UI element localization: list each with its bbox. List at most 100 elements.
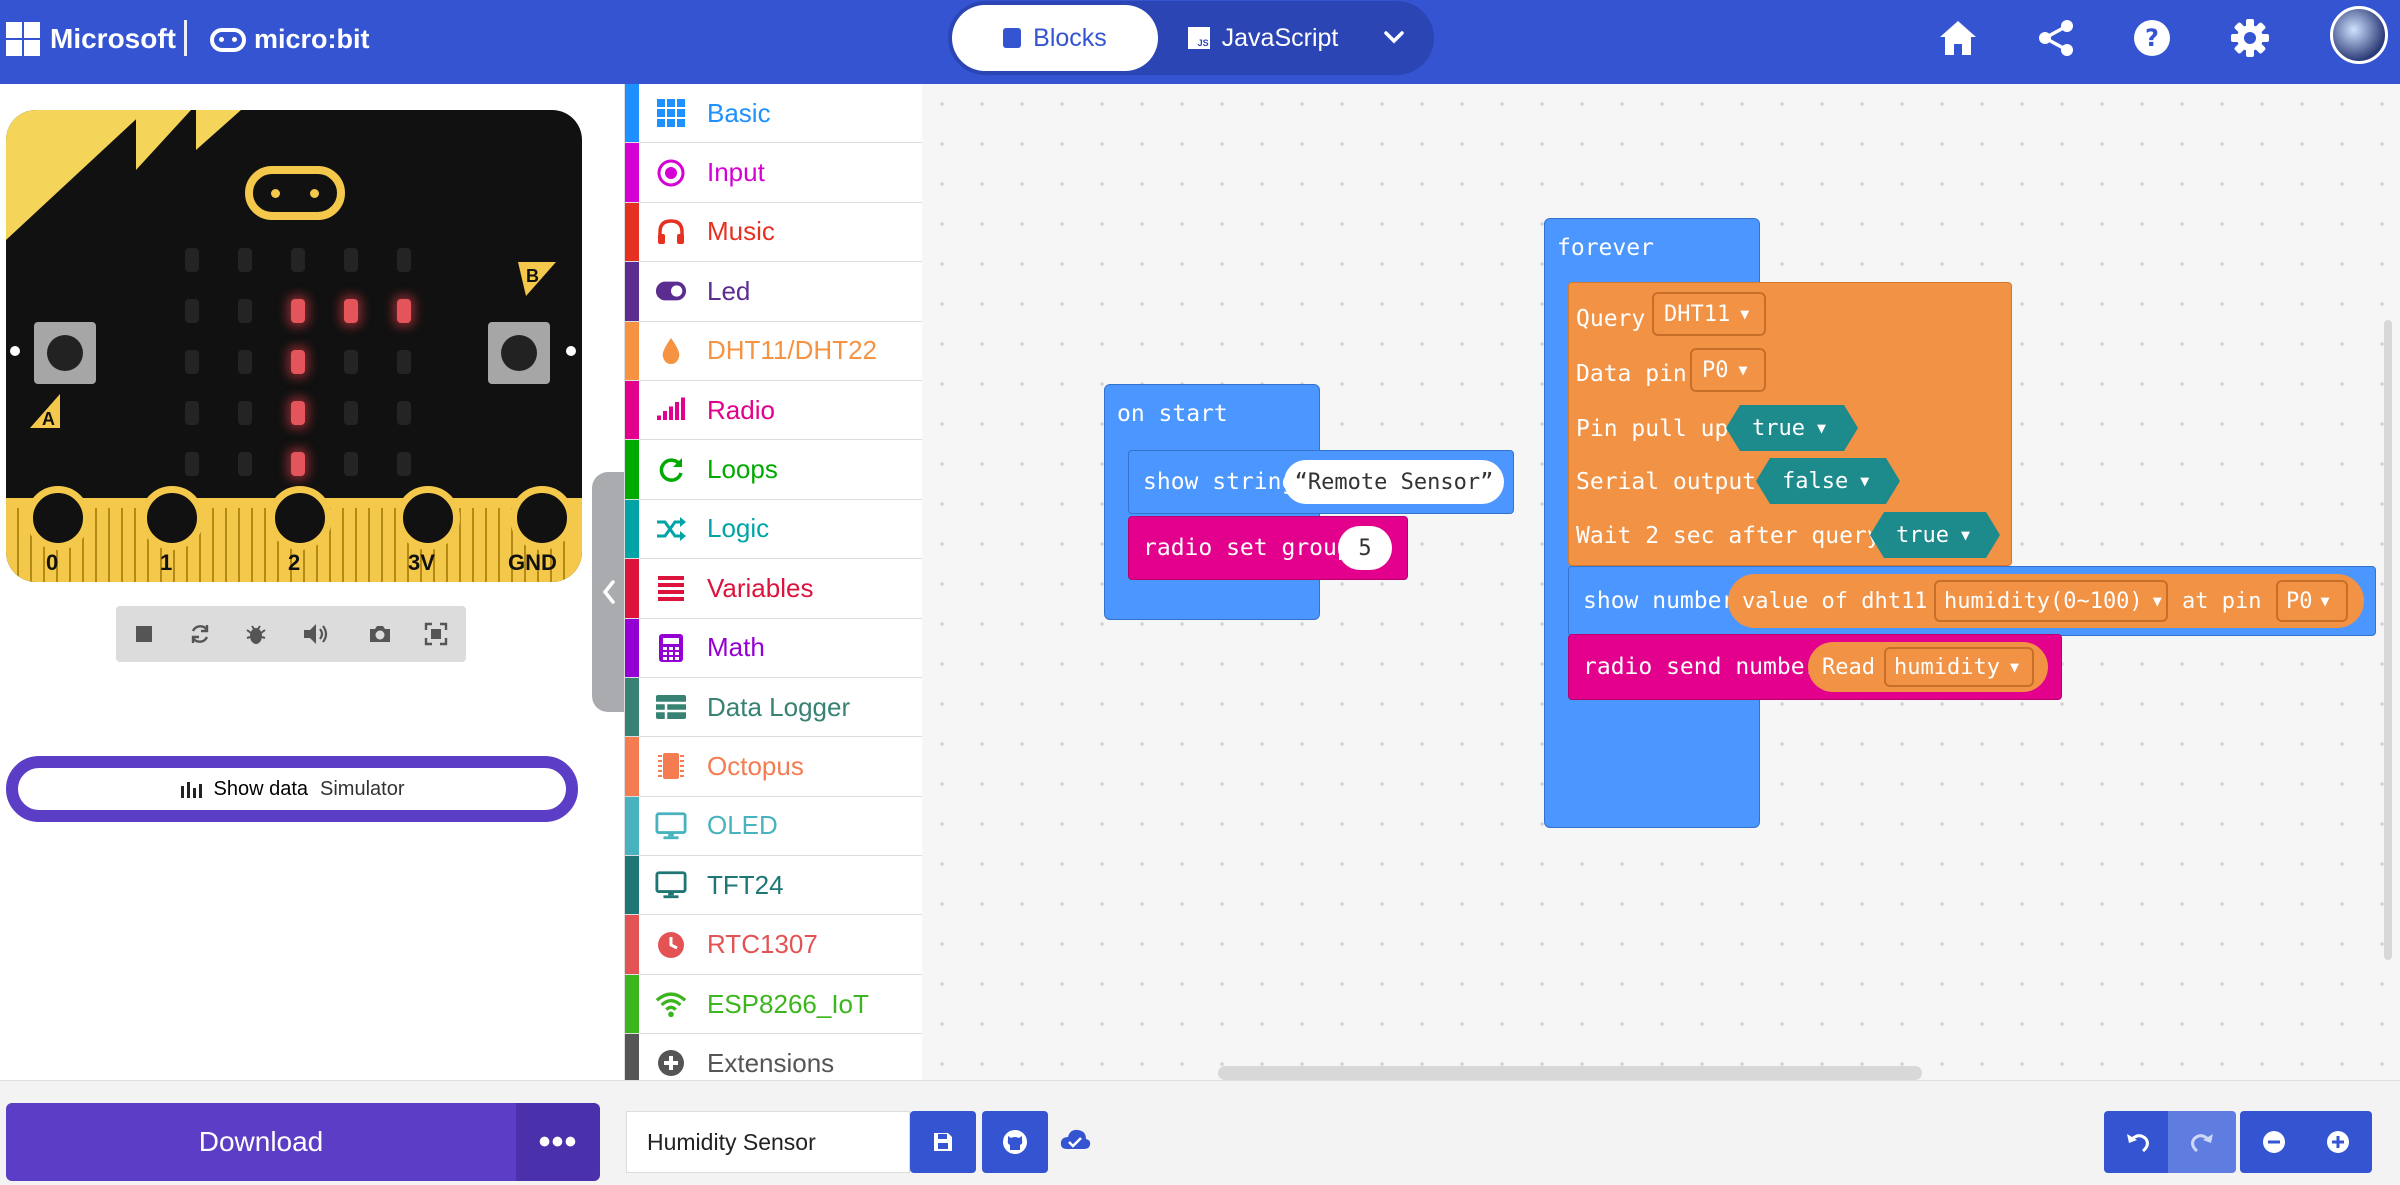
led-pixel: [185, 452, 199, 476]
collapse-simulator-button[interactable]: [592, 472, 626, 712]
category-label: Loops: [707, 454, 778, 485]
zoom-out-button[interactable]: [2240, 1111, 2308, 1173]
caret-down-icon: ▼: [2320, 592, 2330, 610]
fullscreen-button[interactable]: [408, 606, 464, 662]
show-data-button[interactable]: Show data Simulator: [6, 756, 578, 822]
button-a[interactable]: [34, 322, 96, 384]
vertical-scrollbar[interactable]: [2384, 320, 2392, 960]
fullscreen-icon: [424, 622, 448, 646]
download-more-button[interactable]: •••: [516, 1103, 600, 1181]
logo-touch-sensor[interactable]: [245, 166, 345, 220]
quote-mark: ”: [1480, 469, 1494, 495]
grid-icon: [655, 97, 687, 129]
category-label: TFT24: [707, 869, 784, 900]
toolbox-category-octopus[interactable]: Octopus: [625, 737, 923, 797]
button-a-label: A: [30, 394, 60, 429]
property-dropdown[interactable]: humidity(0~100) ▼: [1934, 580, 2168, 622]
button-b[interactable]: [488, 322, 550, 384]
toolbox-category-basic[interactable]: Basic: [625, 84, 923, 144]
category-color-bar: [625, 380, 639, 440]
category-label: Octopus: [707, 750, 804, 781]
sensor-type-dropdown[interactable]: DHT11 ▼: [1652, 292, 1766, 336]
toolbox-category-extensions[interactable]: Extensions: [625, 1034, 923, 1080]
redo-icon: [2191, 1134, 2213, 1153]
save-button[interactable]: [910, 1111, 976, 1173]
zoom-in-button[interactable]: [2304, 1111, 2372, 1173]
toolbox-category-loops[interactable]: Loops: [625, 440, 923, 500]
header: Microsoft micro:bit Blocks JS JavaScript…: [0, 0, 2400, 84]
tab-javascript[interactable]: JS JavaScript: [1168, 5, 1358, 71]
pin-0[interactable]: [26, 486, 90, 550]
toolbox-category-tft24[interactable]: TFT24: [625, 856, 923, 916]
toolbox-category-radio[interactable]: Radio: [625, 380, 923, 441]
pin-3v[interactable]: [396, 486, 460, 550]
help-button[interactable]: ?: [2128, 14, 2176, 62]
group-number-input[interactable]: 5: [1338, 526, 1392, 570]
toolbox-category-rtc1307[interactable]: RTC1307: [625, 915, 923, 975]
home-button[interactable]: [1934, 14, 1982, 62]
user-avatar[interactable]: [2330, 6, 2388, 64]
toolbox-category-music[interactable]: Music: [625, 202, 923, 263]
mute-button[interactable]: [288, 606, 344, 662]
pin-2[interactable]: [268, 486, 332, 550]
tab-blocks[interactable]: Blocks: [952, 5, 1158, 71]
horizontal-scrollbar[interactable]: [1218, 1066, 1922, 1080]
share-button[interactable]: [2032, 14, 2080, 62]
help-icon: ?: [2134, 20, 2170, 56]
toolbox-category-variables[interactable]: Variables: [625, 559, 923, 619]
monitor-icon: [655, 869, 687, 901]
toolbox-category-led[interactable]: Led: [625, 262, 923, 322]
toolbox-category-math[interactable]: Math: [625, 618, 923, 678]
blocks-workspace[interactable]: on start show string “Remote Sensor” rad…: [922, 84, 2400, 1080]
redo-button[interactable]: [2168, 1111, 2236, 1173]
pull-up-value: true: [1752, 415, 1805, 441]
undo-button[interactable]: [2104, 1111, 2172, 1173]
pull-up-boolean[interactable]: true ▼: [1726, 405, 1858, 451]
category-label: RTC1307: [707, 929, 818, 960]
settings-button[interactable]: [2226, 14, 2274, 62]
github-button[interactable]: [982, 1111, 1048, 1173]
caret-down-icon: ▼: [1738, 361, 1748, 379]
read-value-dropdown[interactable]: humidity ▼: [1884, 647, 2034, 687]
toolbox-category-esp8266-iot[interactable]: ESP8266_IoT: [625, 974, 923, 1035]
footer: Download •••: [0, 1080, 2400, 1185]
language-dropdown-button[interactable]: [1374, 14, 1414, 60]
microbit-icon: [210, 27, 246, 52]
button-b-label: B: [518, 262, 556, 296]
pin-1[interactable]: [140, 486, 204, 550]
stop-button[interactable]: [116, 606, 172, 662]
pin-gnd[interactable]: [510, 486, 574, 550]
toolbox-category-input[interactable]: Input: [625, 143, 923, 203]
gear-icon: [2231, 19, 2269, 57]
led-pixel: [344, 452, 358, 476]
stop-icon: [136, 626, 152, 642]
string-input[interactable]: “Remote Sensor”: [1284, 460, 1504, 504]
reporter-pin-dropdown[interactable]: P0 ▼: [2276, 580, 2348, 622]
category-color-bar: [625, 559, 639, 618]
wait-boolean[interactable]: true ▼: [1870, 512, 2000, 558]
query-label: Query: [1576, 306, 1646, 332]
led-pixel: [238, 401, 252, 425]
toolbox-category-oled[interactable]: OLED: [625, 796, 923, 857]
download-button[interactable]: Download: [6, 1103, 516, 1181]
category-label: OLED: [707, 810, 778, 841]
category-label: Data Logger: [707, 691, 851, 722]
pin-label: 3V: [408, 550, 435, 575]
download-label: Download: [198, 1126, 324, 1157]
product-name: micro:bit: [254, 24, 370, 54]
data-pin-dropdown[interactable]: P0 ▼: [1690, 348, 1766, 392]
toolbox-category-dht11-dht22[interactable]: DHT11/DHT22: [625, 321, 923, 381]
screenshot-button[interactable]: [352, 606, 408, 662]
category-color-bar: [625, 1034, 639, 1080]
toolbox-category-logic[interactable]: Logic: [625, 499, 923, 560]
toolbox-category-data-logger[interactable]: Data Logger: [625, 677, 923, 738]
microbit-logo[interactable]: micro:bit: [210, 24, 370, 55]
microbit-board: A B 0 1 2 3V GND: [6, 110, 582, 582]
led-pixel: [185, 299, 199, 323]
project-name-input[interactable]: [626, 1111, 910, 1173]
restart-button[interactable]: [172, 606, 228, 662]
led-pixel: [238, 299, 252, 323]
debug-button[interactable]: [228, 606, 284, 662]
serial-output-boolean[interactable]: false ▼: [1756, 458, 1900, 504]
microsoft-logo[interactable]: Microsoft: [6, 22, 176, 56]
